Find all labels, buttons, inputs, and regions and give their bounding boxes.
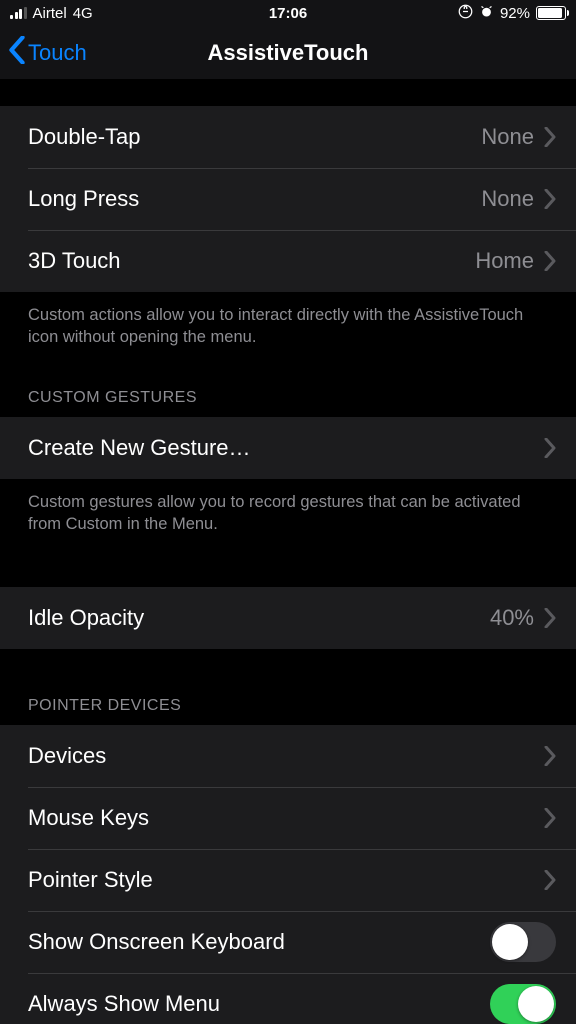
chevron-right-icon xyxy=(544,251,556,271)
chevron-right-icon xyxy=(544,870,556,890)
row-value: None xyxy=(481,186,534,212)
row-value: Home xyxy=(475,248,534,274)
orientation-lock-icon xyxy=(458,4,473,23)
switch-always-show-menu[interactable] xyxy=(490,984,556,1024)
battery-icon xyxy=(536,6,566,20)
row-3d-touch[interactable]: 3D Touch Home xyxy=(0,230,576,292)
row-double-tap[interactable]: Double-Tap None xyxy=(0,106,576,168)
alarm-icon xyxy=(479,4,494,23)
status-bar: Airtel 4G 17:06 92% xyxy=(0,0,576,26)
chevron-right-icon xyxy=(544,189,556,209)
chevron-right-icon xyxy=(544,127,556,147)
row-long-press[interactable]: Long Press None xyxy=(0,168,576,230)
carrier-label: Airtel xyxy=(33,5,67,22)
chevron-right-icon xyxy=(544,608,556,628)
row-show-onscreen-keyboard[interactable]: Show Onscreen Keyboard xyxy=(0,911,576,973)
row-label: 3D Touch xyxy=(28,248,475,274)
row-pointer-style[interactable]: Pointer Style xyxy=(0,849,576,911)
row-value: 40% xyxy=(490,605,534,631)
custom-actions-footer: Custom actions allow you to interact dir… xyxy=(0,292,576,353)
battery-fill xyxy=(538,8,562,18)
chevron-right-icon xyxy=(544,746,556,766)
row-label: Long Press xyxy=(28,186,481,212)
clock: 17:06 xyxy=(269,5,307,22)
spacer xyxy=(0,80,576,106)
row-label: Pointer Style xyxy=(28,867,544,893)
row-label: Devices xyxy=(28,743,544,769)
row-label: Show Onscreen Keyboard xyxy=(28,929,490,955)
row-value: None xyxy=(481,124,534,150)
row-mouse-keys[interactable]: Mouse Keys xyxy=(0,787,576,849)
signal-icon xyxy=(10,7,27,19)
network-label: 4G xyxy=(73,5,93,22)
status-right: 92% xyxy=(458,4,566,23)
custom-gestures-footer: Custom gestures allow you to record gest… xyxy=(0,479,576,540)
back-button[interactable]: Touch xyxy=(8,36,87,70)
row-label: Idle Opacity xyxy=(28,605,490,631)
battery-pct: 92% xyxy=(500,5,530,22)
spacer xyxy=(0,539,576,587)
chevron-right-icon xyxy=(544,438,556,458)
chevron-right-icon xyxy=(544,808,556,828)
back-label: Touch xyxy=(28,40,87,66)
chevron-left-icon xyxy=(8,36,26,70)
row-label: Mouse Keys xyxy=(28,805,544,831)
row-create-new-gesture[interactable]: Create New Gesture… xyxy=(0,417,576,479)
row-label: Double-Tap xyxy=(28,124,481,150)
row-always-show-menu[interactable]: Always Show Menu xyxy=(0,973,576,1024)
row-idle-opacity[interactable]: Idle Opacity 40% xyxy=(0,587,576,649)
page-title: AssistiveTouch xyxy=(208,40,369,66)
pointer-devices-header: Pointer Devices xyxy=(0,649,576,725)
row-devices[interactable]: Devices xyxy=(0,725,576,787)
row-label: Create New Gesture… xyxy=(28,435,544,461)
nav-bar: Touch AssistiveTouch xyxy=(0,26,576,80)
switch-onscreen-keyboard[interactable] xyxy=(490,922,556,962)
row-label: Always Show Menu xyxy=(28,991,490,1017)
status-left: Airtel 4G xyxy=(10,5,93,22)
custom-gestures-header: Custom Gestures xyxy=(0,353,576,417)
